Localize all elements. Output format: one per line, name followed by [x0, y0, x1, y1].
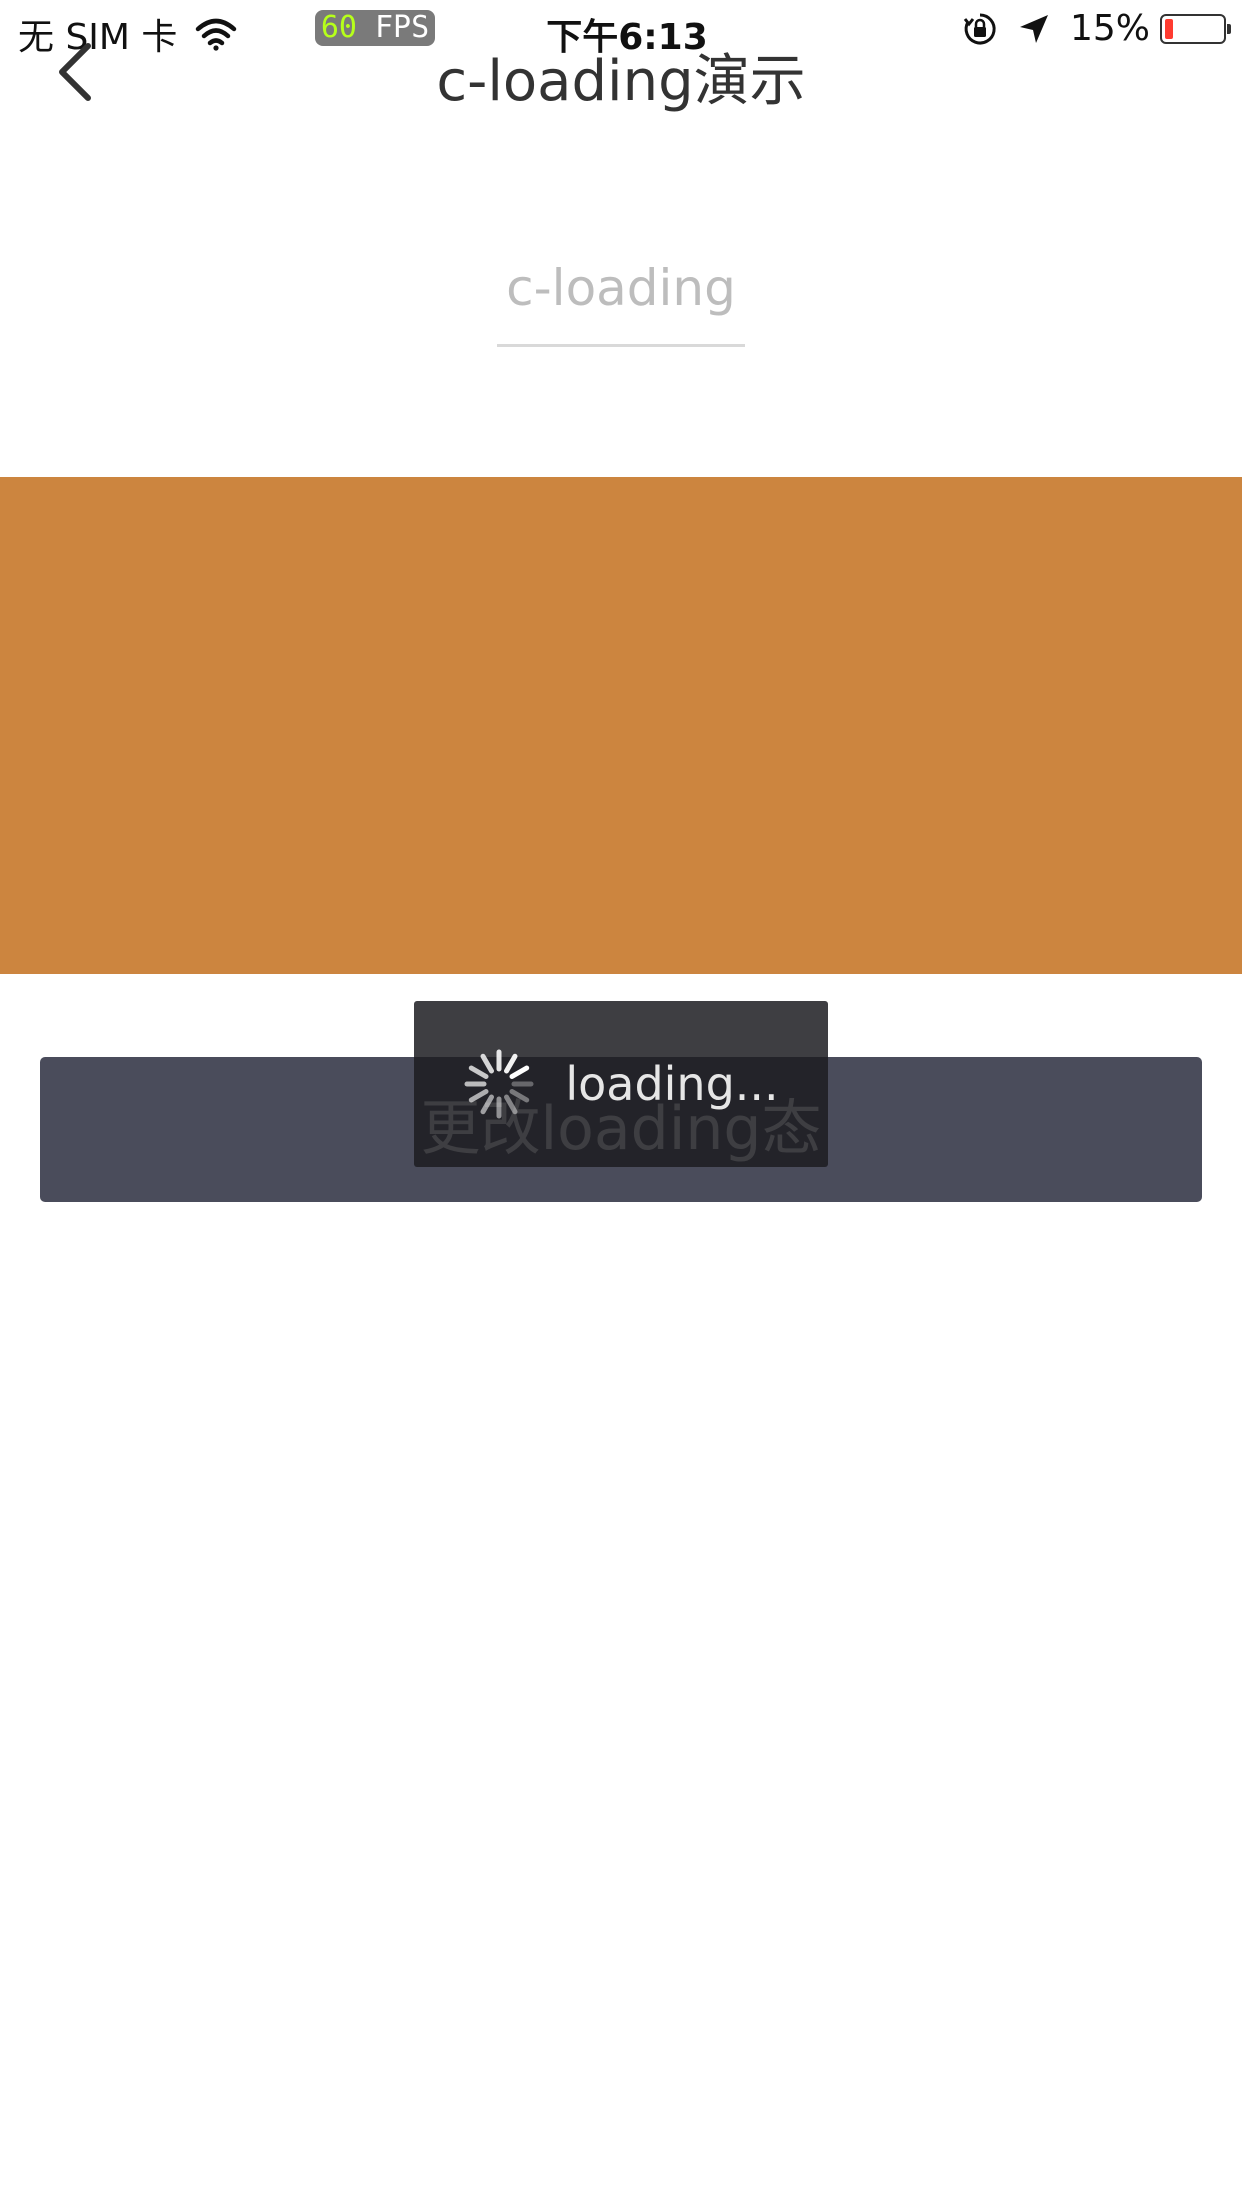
page-title: c-loading演示	[436, 49, 806, 114]
text-input[interactable]	[497, 238, 745, 338]
spinner-icon	[464, 1049, 534, 1119]
loading-text: loading...	[565, 1057, 779, 1111]
input-wrapper	[497, 238, 745, 347]
color-block	[0, 477, 1242, 974]
loading-toast: loading...	[414, 1001, 828, 1167]
